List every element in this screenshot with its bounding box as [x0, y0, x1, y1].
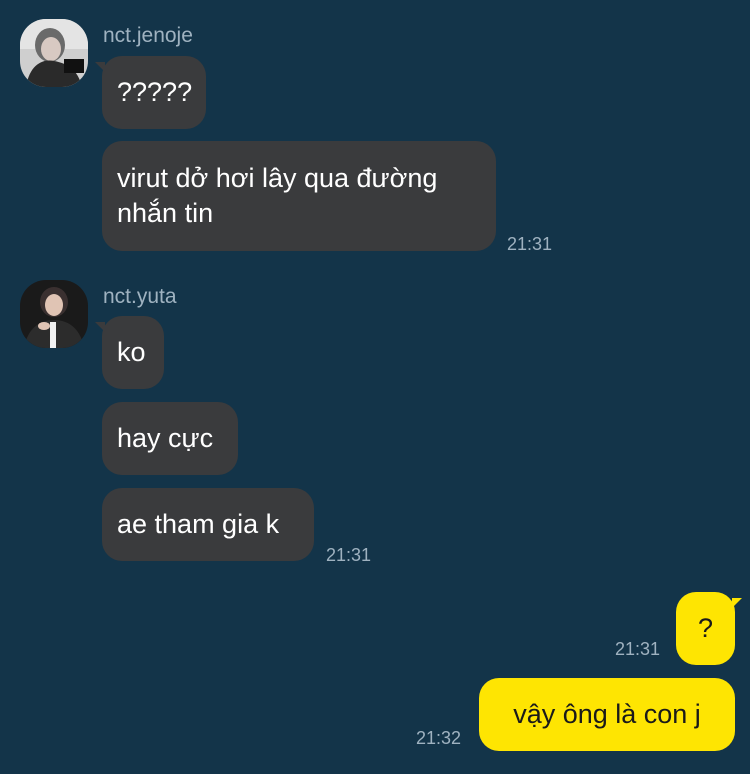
message-bubble[interactable]: ?????: [95, 56, 206, 129]
message-timestamp: 21:32: [416, 728, 462, 748]
avatar-yuta[interactable]: [20, 280, 88, 348]
message-bubble[interactable]: ae tham gia k: [102, 488, 314, 561]
message-bubble[interactable]: hay cực: [102, 402, 238, 475]
message-bubble[interactable]: ko: [95, 316, 164, 389]
my-message-bubble[interactable]: vậy ông là con j: [479, 678, 735, 751]
message-timestamp: 21:31: [326, 545, 372, 565]
sender-name-jenoje: nct.jenoje: [103, 24, 193, 47]
message-timestamp: 21:31: [507, 234, 553, 254]
message-timestamp: 21:31: [615, 639, 661, 659]
sender-name-yuta: nct.yuta: [103, 285, 177, 308]
avatar-jenoje[interactable]: [20, 19, 88, 87]
message-bubble[interactable]: virut dở hơi lây qua đường nhắn tin: [102, 141, 496, 251]
my-message-bubble[interactable]: ?: [676, 592, 742, 665]
